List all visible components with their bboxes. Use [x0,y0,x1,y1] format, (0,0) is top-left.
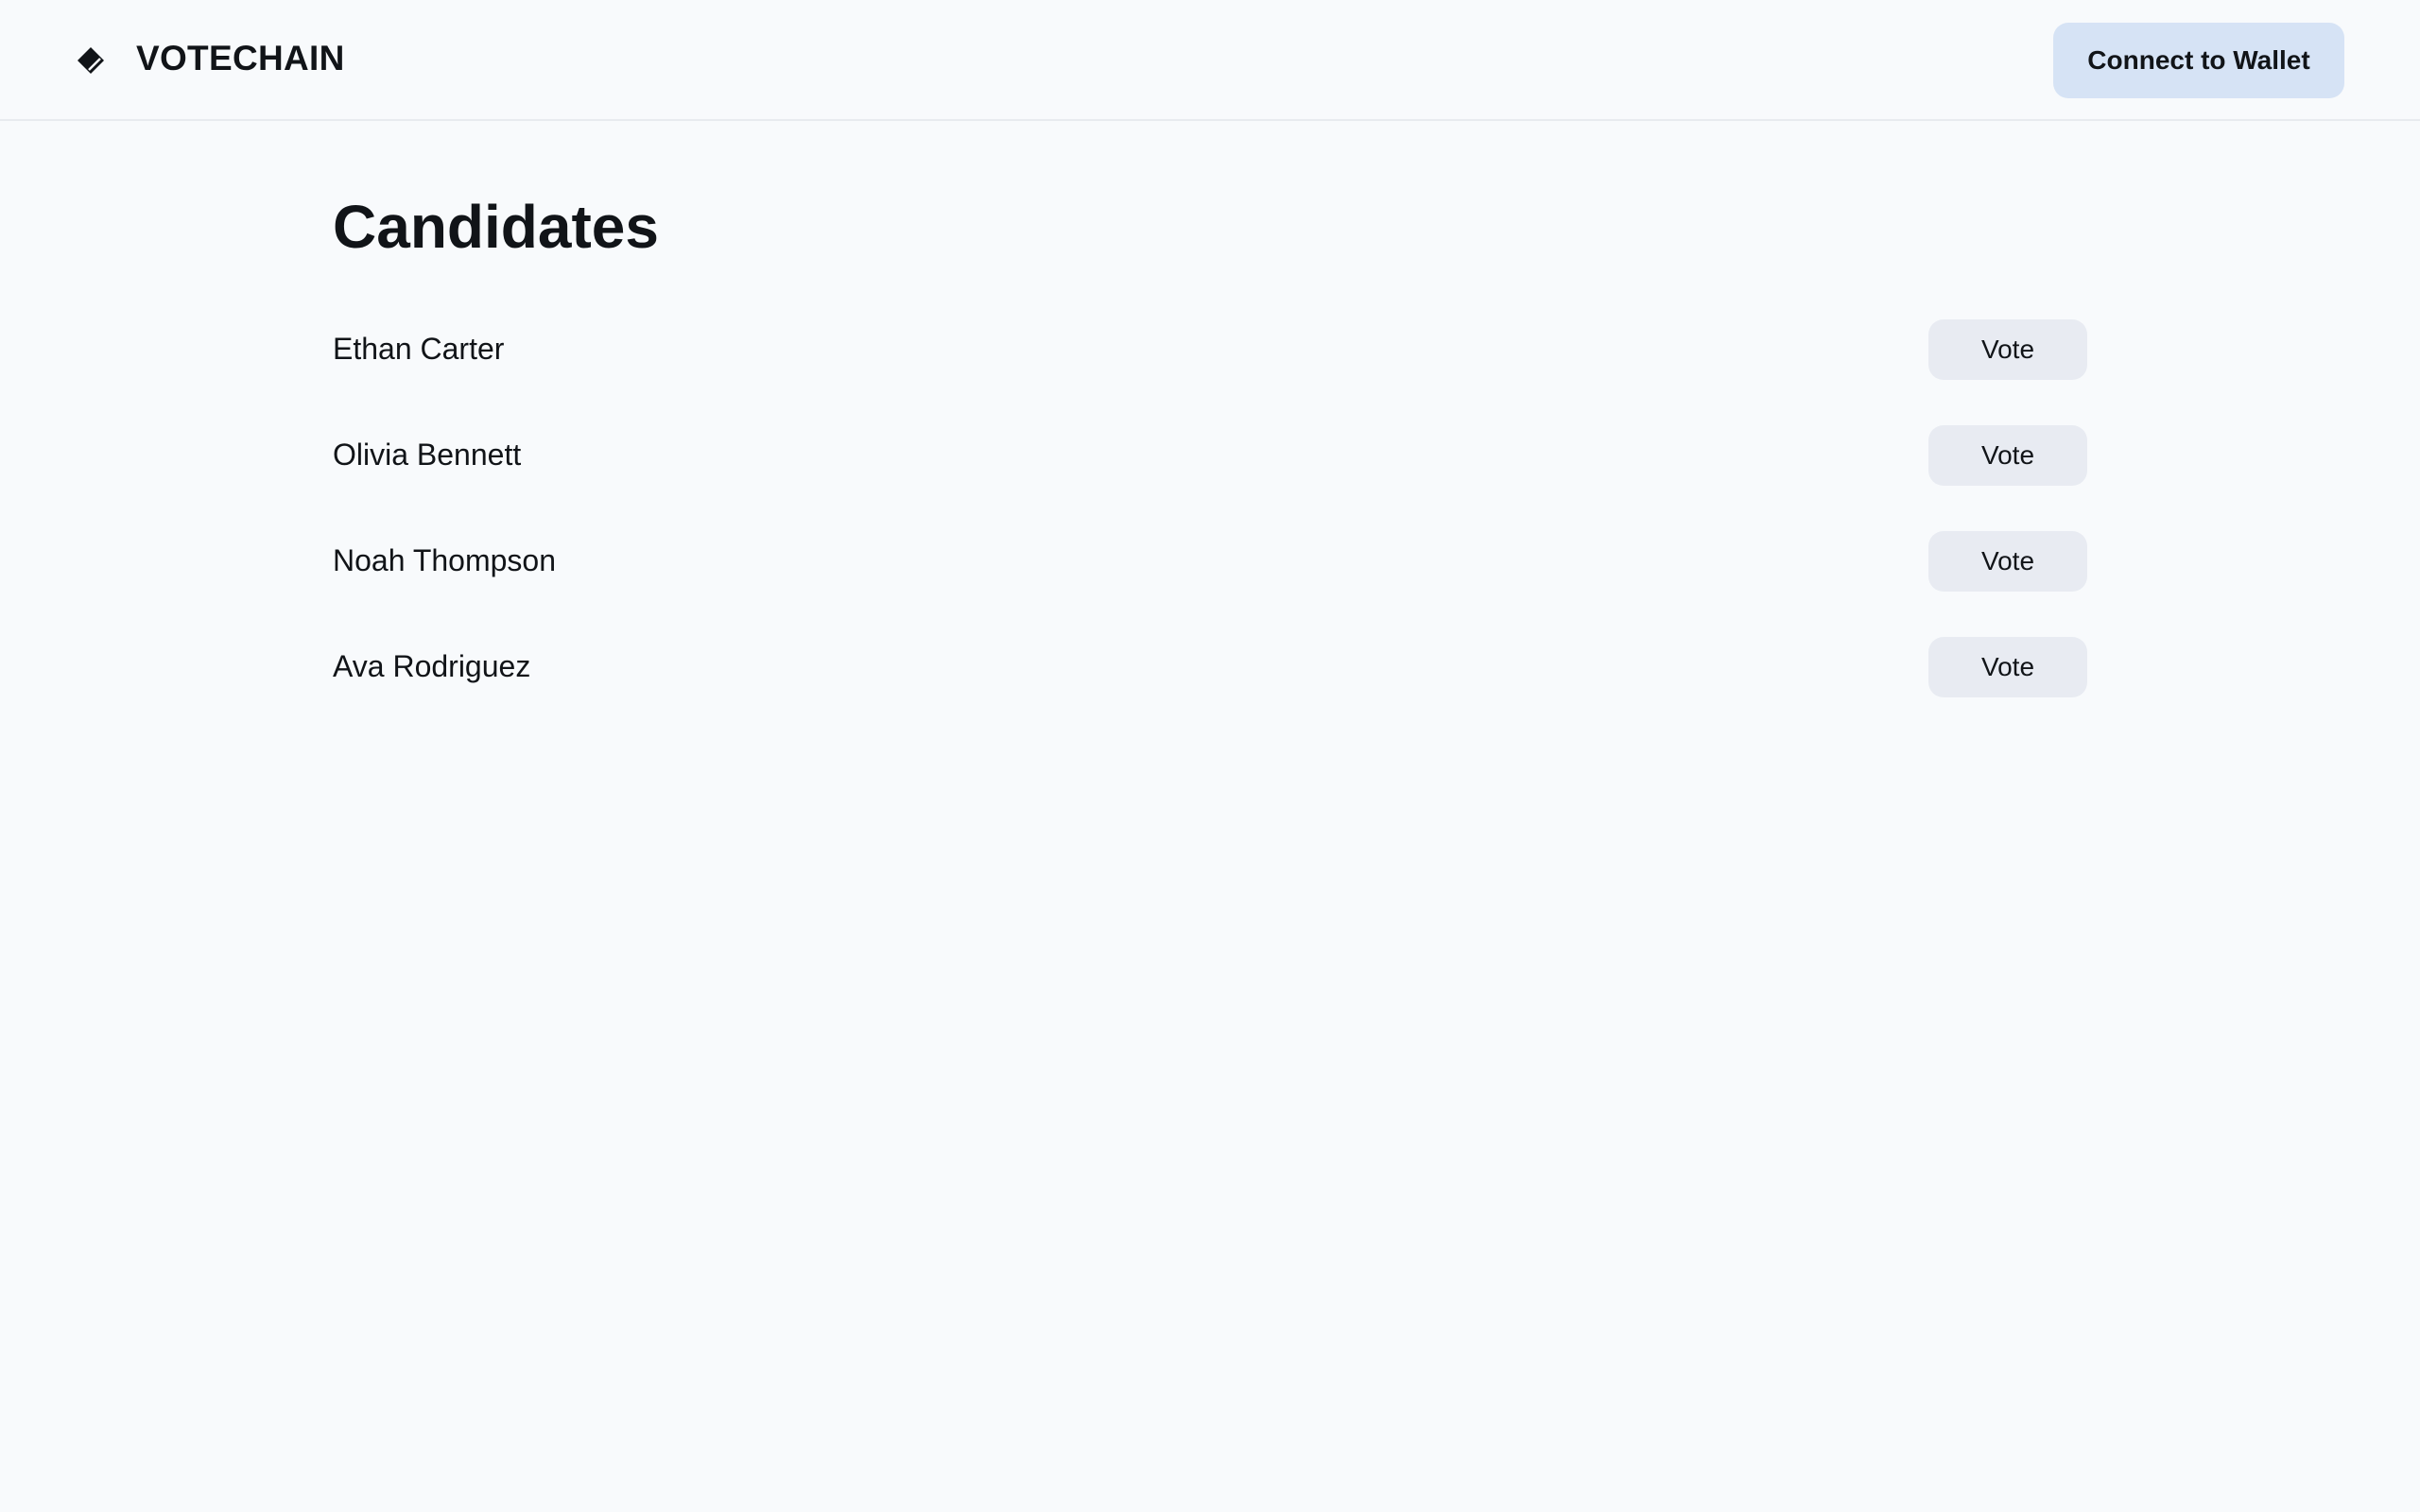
top-bar: VOTECHAIN Connect to Wallet [0,0,2420,121]
candidate-name: Noah Thompson [333,543,556,577]
connect-wallet-button[interactable]: Connect to Wallet [2053,23,2344,98]
page-title: Candidates [333,193,659,261]
candidate-name: Ava Rodriguez [333,649,531,683]
app-title: VOTECHAIN [136,39,345,77]
candidate-list: Ethan Carter Vote Olivia Bennett Vote No… [333,310,2087,733]
vote-button[interactable]: Vote [1928,637,2087,697]
candidate-row: Noah Thompson Vote [333,522,2087,627]
candidate-row: Ethan Carter Vote [333,310,2087,416]
vote-button[interactable]: Vote [1928,319,2087,380]
candidate-name: Ethan Carter [333,332,505,366]
candidate-row: Ava Rodriguez Vote [333,627,2087,733]
vote-button[interactable]: Vote [1928,531,2087,592]
ticket-icon [76,45,106,76]
candidate-row: Olivia Bennett Vote [333,416,2087,522]
candidate-name: Olivia Bennett [333,438,522,472]
vote-button[interactable]: Vote [1928,425,2087,486]
